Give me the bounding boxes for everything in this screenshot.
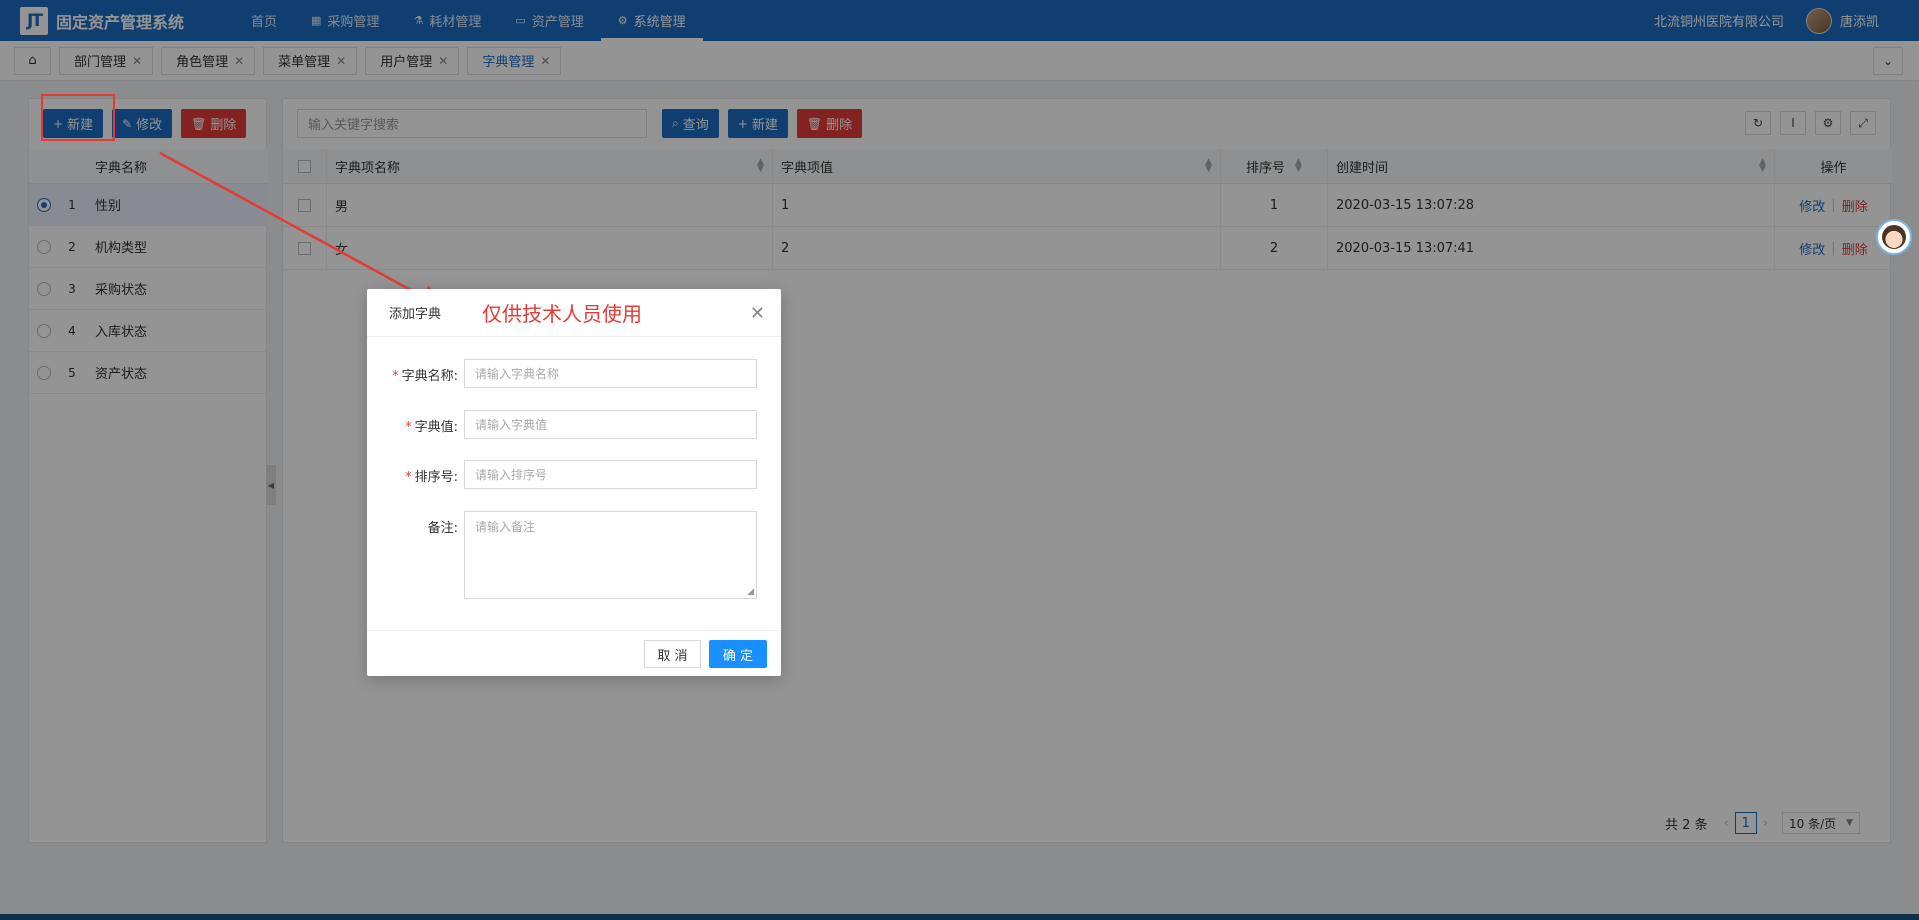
field-label: * 字典名称: xyxy=(367,359,464,384)
cancel-button[interactable]: 取 消 xyxy=(644,640,701,668)
field-label: * 排序号: xyxy=(367,460,464,485)
dict-value-input[interactable]: 请输入字典值 xyxy=(464,410,757,439)
required-mark: * xyxy=(405,420,412,435)
label-text: 字典值: xyxy=(414,420,458,435)
assistant-avatar-icon xyxy=(1882,225,1906,249)
label-text: 备注: xyxy=(427,521,458,536)
close-icon[interactable]: ✕ xyxy=(750,303,765,324)
floating-assistant-button[interactable] xyxy=(1876,219,1912,255)
required-mark: * xyxy=(392,369,399,384)
annotation-text: 仅供技术人员使用 xyxy=(482,302,642,326)
label-text: 排序号: xyxy=(414,470,458,485)
label-text: 字典名称: xyxy=(401,369,458,384)
confirm-button[interactable]: 确 定 xyxy=(709,640,767,668)
dialog-title: 添加字典 xyxy=(389,307,442,322)
dict-name-input[interactable]: 请输入字典名称 xyxy=(464,359,757,388)
form-row-dict-name: * 字典名称: 请输入字典名称 xyxy=(367,359,757,388)
remark-placeholder: 请输入备注 xyxy=(475,520,536,534)
annotation-arrow xyxy=(159,151,445,309)
field-label: * 字典值: xyxy=(367,410,464,435)
form-row-sort: * 排序号: 请输入排序号 xyxy=(367,460,757,489)
dialog-footer: 取 消 确 定 xyxy=(367,630,781,676)
required-mark: * xyxy=(405,470,412,485)
sort-number-input[interactable]: 请输入排序号 xyxy=(464,460,757,489)
add-dictionary-dialog: 添加字典 ✕ * 字典名称: 请输入字典名称 * 字典值: 请输入字典值 * 排序号:… xyxy=(367,289,781,676)
resize-grip-icon[interactable]: ◢ xyxy=(747,587,754,597)
field-label: 备注: xyxy=(367,511,464,536)
form-row-dict-value: * 字典值: 请输入字典值 xyxy=(367,410,757,439)
remark-textarea[interactable]: 请输入备注 ◢ xyxy=(464,511,757,599)
form-row-remark: 备注: 请输入备注 ◢ xyxy=(367,511,757,599)
